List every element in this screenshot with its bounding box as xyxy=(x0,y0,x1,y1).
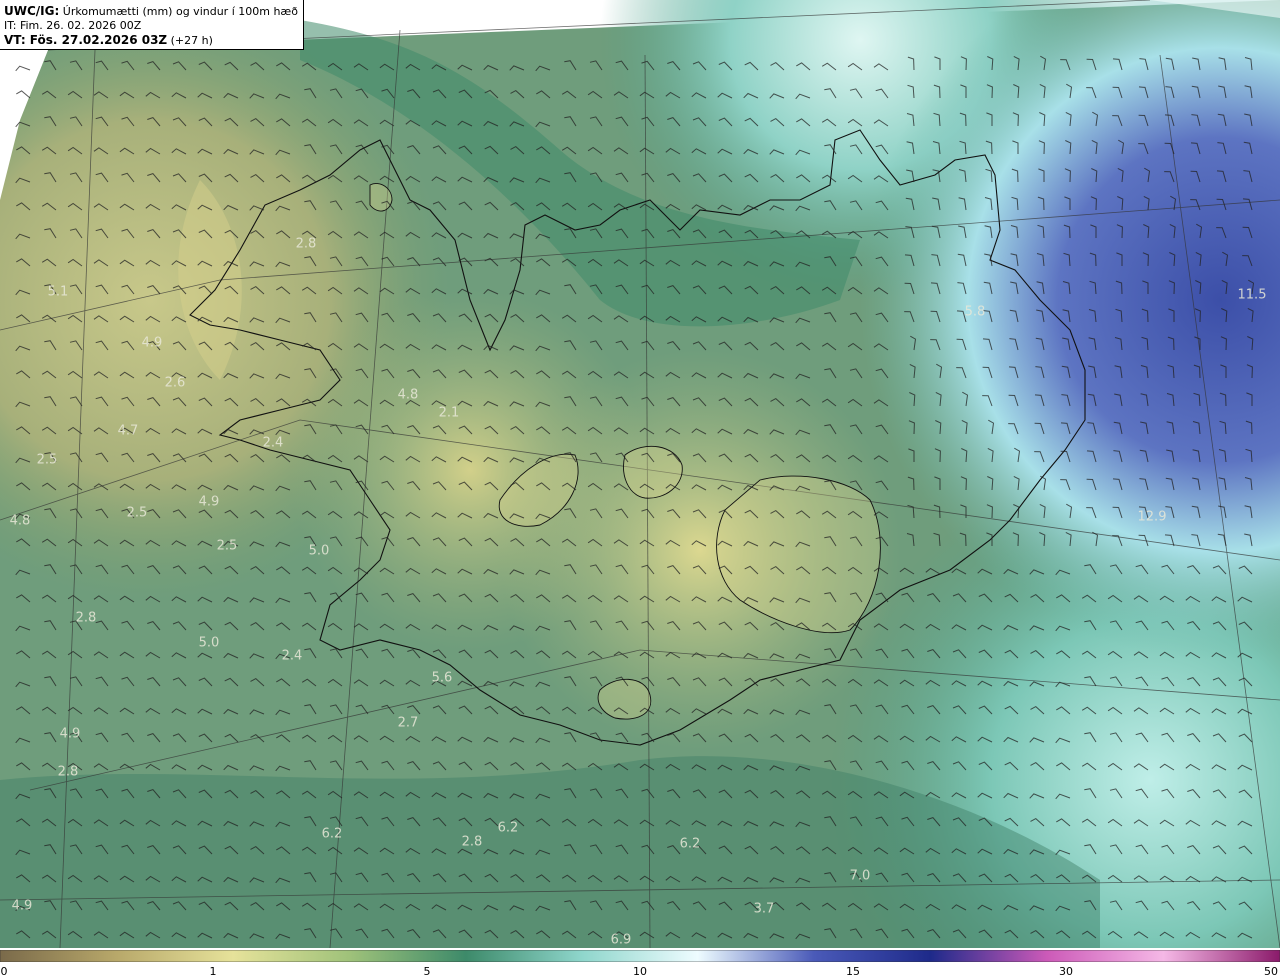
value-label: 6.9 xyxy=(611,933,632,948)
value-label: 2.8 xyxy=(462,835,483,850)
colorbar-tick: 15 xyxy=(846,965,860,978)
value-label: 2.5 xyxy=(127,506,148,521)
value-label: 4.9 xyxy=(199,495,220,510)
map-title: Úrkomumætti (mm) og vindur í 100m hæð xyxy=(62,5,298,18)
colorbar-tick: 30 xyxy=(1059,965,1073,978)
colorbar-tick: 0 xyxy=(0,965,8,978)
valid-time: VT: Fös. 27.02.2026 03Z xyxy=(4,33,168,47)
value-label: 4.9 xyxy=(142,336,163,351)
value-label: 6.2 xyxy=(322,827,343,842)
value-label: 11.5 xyxy=(1238,288,1267,303)
value-label: 2.8 xyxy=(76,611,97,626)
colorbar-tick: 5 xyxy=(423,965,431,978)
value-label: 2.8 xyxy=(58,765,79,780)
value-label: 6.2 xyxy=(498,821,519,836)
value-label: 2.5 xyxy=(217,539,238,554)
value-label: 4.8 xyxy=(398,388,419,403)
value-label: 2.1 xyxy=(439,406,460,421)
value-label: 5.8 xyxy=(965,305,986,320)
value-label: 5.1 xyxy=(48,285,69,300)
value-label: 2.6 xyxy=(165,376,186,391)
value-label: 5.0 xyxy=(199,636,220,651)
value-label: 3.7 xyxy=(754,902,775,917)
value-label: 6.2 xyxy=(680,837,701,852)
value-label: 7.0 xyxy=(850,869,871,884)
value-label: 4.9 xyxy=(60,727,81,742)
value-label: 2.7 xyxy=(398,716,419,731)
colorbar-tick: 1 xyxy=(209,965,217,978)
value-label: 12.9 xyxy=(1138,510,1167,525)
colorbar-tick: 10 xyxy=(633,965,647,978)
value-label: 4.8 xyxy=(10,514,31,529)
colorbar-tick: 50 xyxy=(1264,965,1278,978)
value-label: 4.9 xyxy=(12,899,33,914)
precipitation-wind-map: 5.1 4.9 2.6 4.7 2.5 4.8 2.5 2.5 4.9 5.0 … xyxy=(0,0,1280,948)
value-label: 2.4 xyxy=(282,649,303,664)
init-time: IT: Fim. 26. 02. 2026 00Z xyxy=(4,19,142,32)
product-code: UWC/IG: xyxy=(4,4,60,18)
value-label: 4.7 xyxy=(118,424,139,439)
value-label: 2.8 xyxy=(296,237,317,252)
map-info-box: UWC/IG: Úrkomumætti (mm) og vindur í 100… xyxy=(0,0,304,50)
value-label: 5.0 xyxy=(309,544,330,559)
colorbar xyxy=(0,950,1280,962)
value-label: 2.5 xyxy=(37,453,58,468)
lead-time: (+27 h) xyxy=(170,34,213,47)
value-label: 2.4 xyxy=(263,436,284,451)
value-label: 5.6 xyxy=(432,671,453,686)
